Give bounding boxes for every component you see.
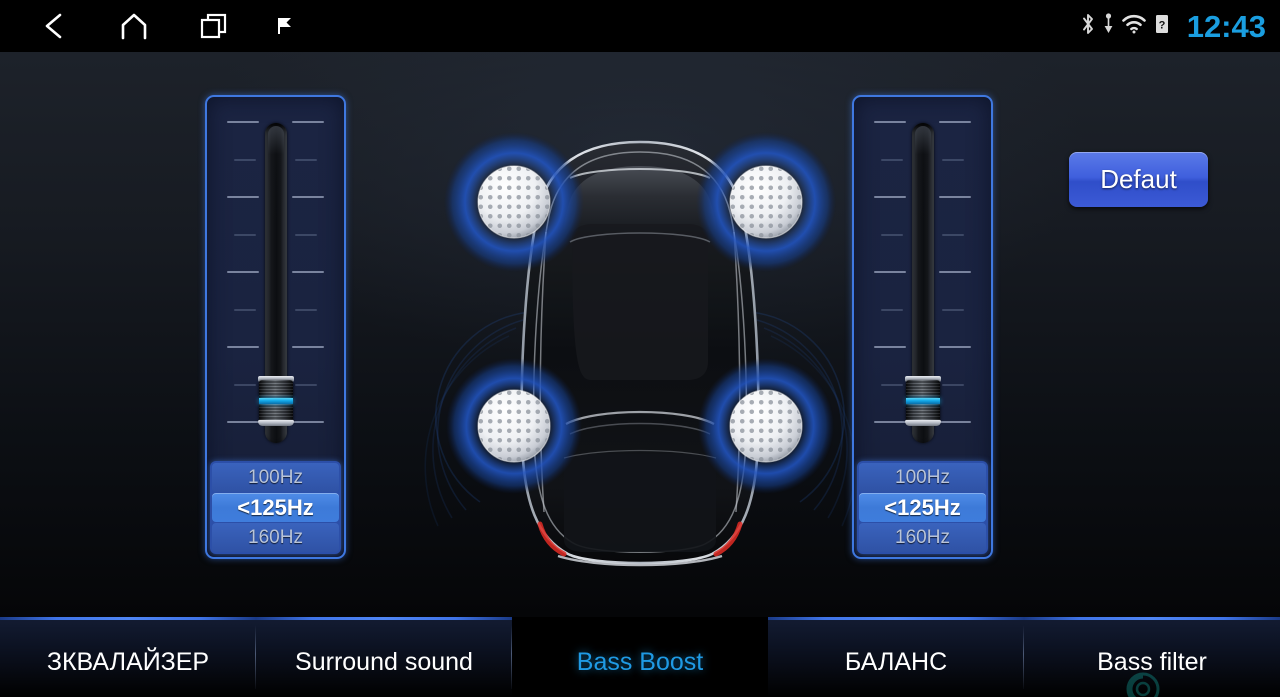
main-content: 100Hz <125Hz 160Hz 100Hz <125Hz 160Hz De…: [0, 52, 1280, 617]
status-clock: 12:43: [1186, 8, 1266, 44]
svg-text:?: ?: [1158, 19, 1165, 31]
tab-bass-filter[interactable]: Bass filter: [1024, 617, 1280, 697]
tab-balance[interactable]: БАЛАНС: [768, 617, 1024, 697]
frequency-selector-left[interactable]: 100Hz <125Hz 160Hz: [210, 461, 341, 554]
frequency-option-selected[interactable]: <125Hz: [859, 493, 986, 522]
bass-slider-panel-right[interactable]: 100Hz <125Hz 160Hz: [852, 95, 993, 559]
usb-icon: [1103, 12, 1114, 41]
bottom-tab-bar: ЗКВАЛАЙЗЕР Surround sound Bass Boost БАЛ…: [0, 617, 1280, 697]
slider-track-area-left[interactable]: [207, 97, 344, 467]
back-icon[interactable]: [26, 0, 82, 52]
frequency-option[interactable]: 160Hz: [859, 523, 986, 552]
frequency-option[interactable]: 160Hz: [212, 523, 339, 552]
car-top-view-diagram: [420, 62, 860, 617]
tab-surround-sound[interactable]: Surround sound: [256, 617, 512, 697]
default-button[interactable]: Defaut: [1069, 152, 1208, 207]
tab-equalizer[interactable]: ЗКВАЛАЙЗЕР: [0, 617, 256, 697]
frequency-option[interactable]: 100Hz: [859, 463, 986, 492]
sim-unknown-icon: ?: [1154, 12, 1170, 41]
status-bar: ? 12:43: [0, 0, 1280, 52]
home-icon[interactable]: [106, 0, 162, 52]
slider-thumb-right[interactable]: [904, 376, 941, 426]
tab-label: Bass Boost: [576, 647, 704, 676]
app-screen: ? 12:43 100Hz <125Hz 160Hz 100Hz <125Hz …: [0, 0, 1280, 697]
slider-thumb-left[interactable]: [257, 376, 294, 426]
frequency-option-selected[interactable]: <125Hz: [212, 493, 339, 522]
tab-bass-boost[interactable]: Bass Boost: [512, 617, 768, 697]
slider-track-area-right[interactable]: [854, 97, 991, 467]
bluetooth-icon: [1081, 12, 1096, 41]
wifi-icon: [1121, 12, 1147, 41]
flag-icon[interactable]: [260, 0, 310, 52]
tab-label: Bass filter: [1097, 647, 1207, 676]
bass-slider-panel-left[interactable]: 100Hz <125Hz 160Hz: [205, 95, 346, 559]
system-icons: ? 12:43: [1081, 0, 1266, 52]
frequency-selector-right[interactable]: 100Hz <125Hz 160Hz: [857, 461, 988, 554]
tab-label: БАЛАНС: [844, 647, 948, 676]
recents-icon[interactable]: [186, 0, 242, 52]
frequency-option[interactable]: 100Hz: [212, 463, 339, 492]
tab-label: Surround sound: [295, 647, 473, 676]
tab-label: ЗКВАЛАЙЗЕР: [46, 647, 210, 676]
